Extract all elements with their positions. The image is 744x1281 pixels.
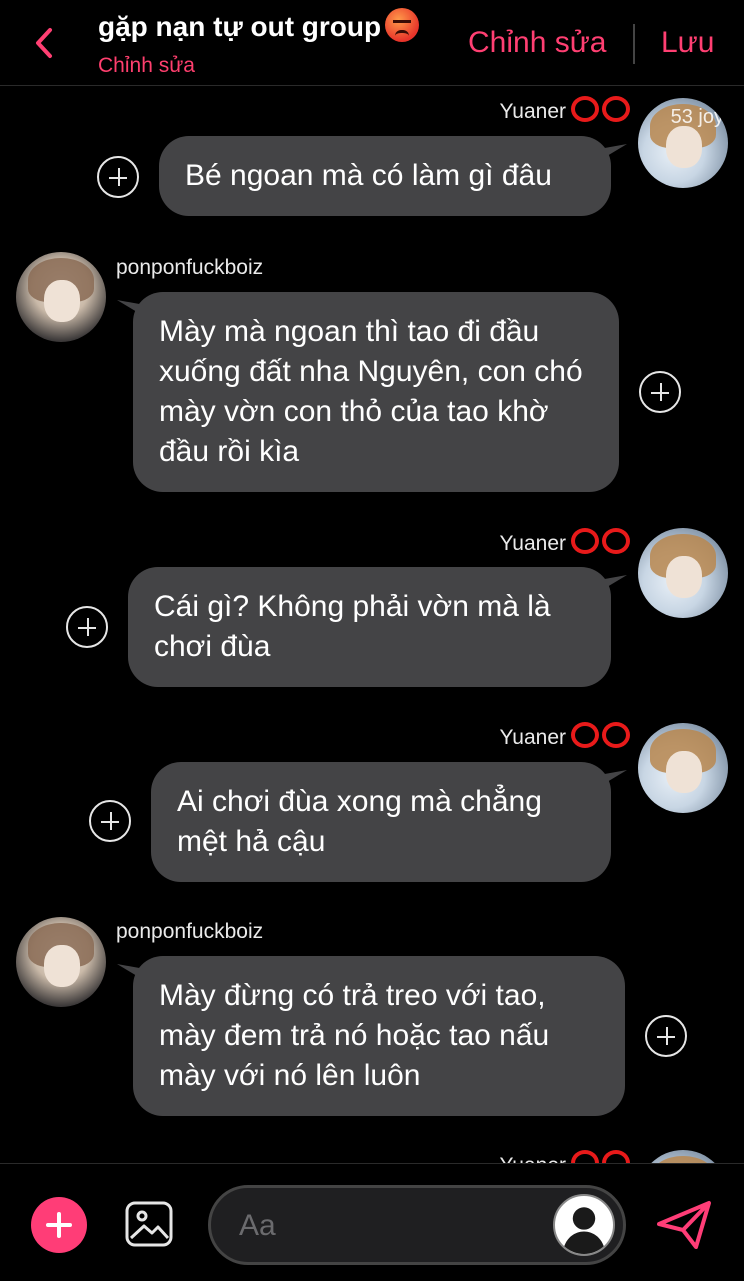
rings-icon: [568, 96, 630, 128]
save-button[interactable]: Lưu: [661, 26, 714, 60]
rings-icon: [568, 722, 630, 754]
rings-icon: [568, 528, 630, 560]
sender-name: ponponfuckboiz: [116, 920, 264, 943]
composer-bar: [0, 1163, 744, 1281]
message-bubble[interactable]: Ai chơi đùa xong mà chẳng mệt hả cậu: [151, 762, 611, 882]
sender-name: Yuaner: [470, 722, 630, 754]
image-icon[interactable]: [124, 1200, 174, 1248]
add-reaction-icon[interactable]: [97, 156, 139, 198]
avatar[interactable]: [16, 917, 106, 1007]
user-avatar-icon[interactable]: [553, 1194, 615, 1256]
add-reaction-icon[interactable]: [66, 606, 108, 648]
add-reaction-icon[interactable]: [89, 800, 131, 842]
edit-subtitle-link[interactable]: Chỉnh sửa: [98, 54, 195, 78]
message-bubble[interactable]: Mày mà ngoan thì tao đi đầu xuống đất nh…: [133, 292, 619, 492]
sender-name: Yuaner: [470, 528, 630, 560]
chat-title: gặp nạn tự out group: [98, 8, 420, 43]
add-reaction-icon[interactable]: [639, 371, 681, 413]
message-composer: [208, 1185, 626, 1265]
sender-name: Yuaner: [470, 96, 630, 128]
avatar[interactable]: 53 joy: [638, 98, 728, 188]
edit-button[interactable]: Chỉnh sửa: [468, 26, 607, 60]
avatar-tag: 53 joy: [670, 106, 724, 128]
sender-name: ponponfuckboiz: [116, 256, 264, 279]
avatar[interactable]: [16, 252, 106, 342]
avatar[interactable]: [638, 723, 728, 813]
angry-face-icon: [385, 8, 420, 42]
message-bubble[interactable]: Mày đừng có trả treo với tao, mày đem tr…: [133, 956, 625, 1116]
send-icon[interactable]: [656, 1200, 712, 1250]
chevron-left-icon[interactable]: [30, 26, 58, 60]
message-input[interactable]: [239, 1204, 539, 1248]
avatar[interactable]: [638, 528, 728, 618]
plus-icon[interactable]: [31, 1197, 87, 1253]
message-bubble[interactable]: Bé ngoan mà có làm gì đâu: [159, 136, 611, 216]
header-divider: [633, 24, 635, 64]
chat-header: gặp nạn tự out group Chỉnh sửa Chỉnh sửa…: [0, 0, 744, 86]
message-bubble[interactable]: Cái gì? Không phải vờn mà là chơi đùa: [128, 567, 611, 687]
add-reaction-icon[interactable]: [645, 1015, 687, 1057]
